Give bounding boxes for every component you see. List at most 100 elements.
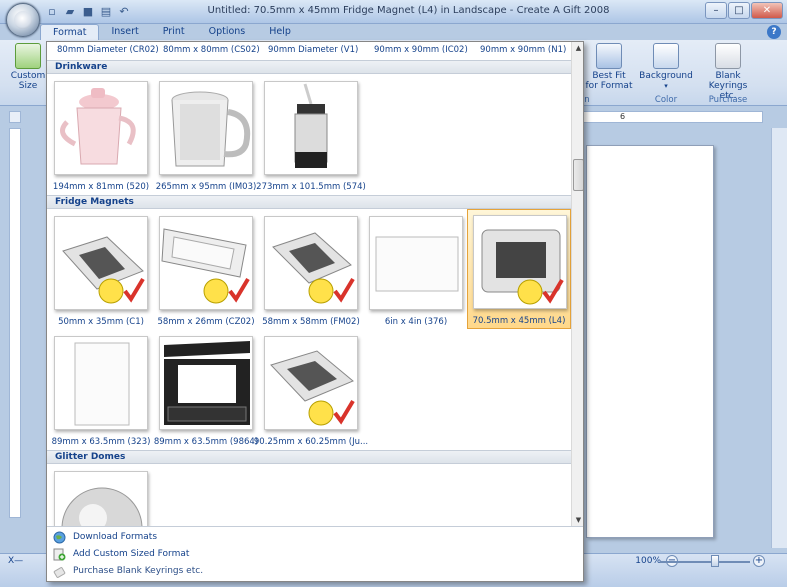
format-item-574[interactable]: 273mm x 101.5mm (574) — [256, 76, 366, 196]
bottle-image — [294, 83, 328, 168]
document-vertical-scrollbar[interactable] — [771, 128, 787, 548]
format-item-520[interactable]: 194mm x 81mm (520) — [49, 76, 153, 196]
window-title: Untitled: 70.5mm x 45mm Fridge Magnet (L… — [207, 5, 610, 16]
magnet-image — [272, 232, 355, 304]
horizontal-ruler: 6 — [583, 111, 763, 123]
glitter-dome-image — [61, 487, 143, 526]
globe-icon — [53, 531, 66, 544]
item-caption: 194mm x 81mm (520) — [52, 182, 150, 192]
item-caption: 89mm x 63.5mm (9864) — [153, 437, 259, 447]
close-button[interactable]: ✕ — [751, 2, 783, 19]
app-orb-button[interactable] — [6, 3, 40, 37]
scroll-up-icon[interactable]: ▲ — [574, 44, 583, 52]
group-label-color: Color — [654, 95, 678, 105]
background-button[interactable]: Background ▾ — [638, 43, 694, 91]
format-gallery: 80mm Diameter (CR02) 80mm x 80mm (CS02) … — [47, 42, 571, 526]
blank-card-image — [375, 236, 459, 292]
horizontal-scroll-label: X— — [8, 556, 24, 566]
ribbon-tabs: Format Insert Print Options Help — [40, 24, 303, 40]
scroll-thumb[interactable] — [573, 159, 583, 191]
custom-size-button[interactable]: Custom Size — [10, 43, 46, 91]
ruler-corner[interactable] — [9, 111, 21, 123]
window-controls: – □ ✕ — [705, 2, 783, 19]
custom-size-icon — [15, 43, 41, 69]
menu-add-custom-sized-format[interactable]: Add Custom Sized Format — [47, 546, 583, 563]
thumbnail — [54, 336, 148, 430]
thumbnail — [159, 216, 253, 310]
caption-n1[interactable]: 90mm x 90mm (N1) — [480, 45, 566, 55]
item-caption: 265mm x 95mm (IM03) — [155, 182, 257, 192]
group-label-partial: n — [584, 95, 590, 105]
tab-format[interactable]: Format — [40, 24, 100, 40]
vertical-ruler — [9, 128, 21, 518]
format-item-glitter-dome[interactable] — [49, 466, 153, 526]
magnet-image — [481, 229, 564, 305]
paint-bucket-icon — [653, 43, 679, 69]
gallery-scrollbar[interactable]: ▲ ▼ — [571, 42, 583, 526]
clapperboard-image — [164, 341, 250, 425]
item-caption: 6in x 4in (376) — [384, 317, 448, 327]
menu-download-formats[interactable]: Download Formats — [47, 529, 583, 546]
zoom-slider-track[interactable] — [660, 561, 750, 563]
thumbnail — [473, 215, 567, 309]
mug-image — [171, 91, 251, 167]
format-item-c1[interactable]: 50mm x 35mm (C1) — [49, 211, 153, 331]
format-item-fm02[interactable]: 58mm x 58mm (FM02) — [259, 211, 363, 331]
menu-purchase-blank-keyrings[interactable]: Purchase Blank Keyrings etc. — [47, 563, 583, 580]
item-caption: 58mm x 58mm (FM02) — [262, 317, 360, 327]
gallery-menu: Download Formats Add Custom Sized Format… — [47, 526, 583, 581]
zoom-slider-thumb[interactable] — [711, 555, 719, 567]
help-icon[interactable]: ? — [767, 25, 781, 39]
best-fit-label: Best Fit for Format — [585, 71, 633, 91]
blank-keyrings-button[interactable]: Blank Keyrings etc. — [700, 43, 756, 101]
item-caption: 50mm x 35mm (C1) — [58, 317, 144, 327]
best-fit-button[interactable]: Best Fit for Format — [585, 43, 633, 91]
top-captions-row: 80mm Diameter (CR02) 80mm x 80mm (CS02) … — [47, 45, 571, 57]
blank-card-image — [74, 342, 130, 426]
format-item-im03[interactable]: 265mm x 95mm (IM03) — [154, 76, 258, 196]
format-item-376[interactable]: 6in x 4in (376) — [364, 211, 468, 331]
format-item-ju[interactable]: 90.25mm x 60.25mm (Ju... — [254, 331, 368, 451]
magnet-image — [270, 350, 355, 426]
caption-v1[interactable]: 90mm Diameter (V1) — [268, 45, 358, 55]
item-caption: 90.25mm x 60.25mm (Ju... — [253, 437, 369, 447]
maximize-button[interactable]: □ — [728, 2, 750, 19]
magnet-image — [62, 236, 145, 304]
caption-ic02[interactable]: 90mm x 90mm (IC02) — [374, 45, 468, 55]
best-fit-icon — [596, 43, 622, 69]
background-label: Background — [639, 71, 693, 81]
title-bar: ▫ ▰ ■ ▤ ↶ Untitled: 70.5mm x 45mm Fridge… — [0, 0, 787, 24]
orb-icon — [14, 11, 32, 29]
format-item-9864[interactable]: 89mm x 63.5mm (9864) — [154, 331, 258, 451]
document-page[interactable] — [586, 145, 714, 538]
add-format-icon — [53, 548, 66, 561]
tab-options[interactable]: Options — [197, 24, 258, 40]
caption-cr02[interactable]: 80mm Diameter (CR02) — [57, 45, 159, 55]
minimize-button[interactable]: – — [705, 2, 727, 19]
tab-insert[interactable]: Insert — [99, 24, 150, 40]
thumbnail — [159, 81, 253, 175]
format-item-l4-selected[interactable]: 70.5mm x 45mm (L4) — [467, 209, 571, 329]
thumbnail — [264, 336, 358, 430]
tab-print[interactable]: Print — [151, 24, 197, 40]
menu-item-label: Add Custom Sized Format — [73, 549, 190, 559]
thumbnail — [369, 216, 463, 310]
section-header-drinkware: Drinkware — [47, 60, 571, 74]
scroll-down-icon[interactable]: ▼ — [574, 516, 583, 524]
zoom-level: 100% — [635, 556, 661, 566]
custom-size-label: Custom Size — [10, 71, 46, 91]
thumbnail — [159, 336, 253, 430]
section-header-fridge-magnets: Fridge Magnets — [47, 195, 571, 209]
format-item-323[interactable]: 89mm x 63.5mm (323) — [49, 331, 153, 451]
thumbnail — [264, 216, 358, 310]
thumbnail — [54, 471, 148, 526]
section-header-glitter-domes: Glitter Domes — [47, 450, 571, 464]
zoom-in-button[interactable]: + — [753, 555, 765, 567]
tab-help[interactable]: Help — [257, 24, 303, 40]
item-caption: 273mm x 101.5mm (574) — [256, 182, 366, 192]
format-item-cz02[interactable]: 58mm x 26mm (CZ02) — [154, 211, 258, 331]
format-gallery-dropdown: 80mm Diameter (CR02) 80mm x 80mm (CS02) … — [46, 41, 584, 582]
caption-cs02[interactable]: 80mm x 80mm (CS02) — [163, 45, 260, 55]
group-label-purchase: Purchase — [708, 95, 748, 105]
item-caption: 58mm x 26mm (CZ02) — [157, 317, 255, 327]
